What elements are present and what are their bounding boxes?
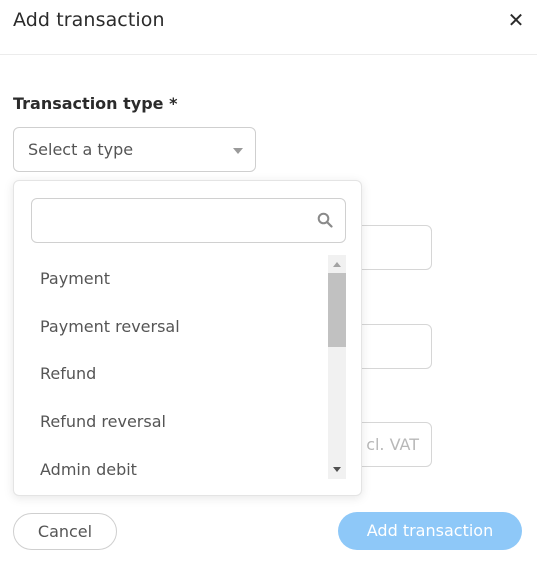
dropdown-scrollbar[interactable] <box>328 255 346 479</box>
modal-title: Add transaction <box>13 9 165 31</box>
scrollbar-thumb[interactable] <box>328 273 346 347</box>
option-refund-reversal[interactable]: Refund reversal <box>40 412 166 431</box>
modal-header: Add transaction ✕ <box>0 0 537 55</box>
dropdown-search-input[interactable] <box>31 198 346 243</box>
chevron-down-icon <box>233 148 243 154</box>
transaction-type-dropdown: Payment Payment reversal Refund Refund r… <box>13 180 362 496</box>
scroll-up-icon[interactable] <box>333 262 341 267</box>
search-icon <box>317 212 333 228</box>
transaction-type-select[interactable]: Select a type <box>13 127 256 172</box>
cancel-button[interactable]: Cancel <box>13 513 117 550</box>
options-list: Payment Payment reversal Refund Refund r… <box>14 255 324 481</box>
add-transaction-modal: Add transaction ✕ Transaction type * Sel… <box>0 0 537 561</box>
transaction-type-label: Transaction type * <box>13 94 178 113</box>
scroll-down-icon[interactable] <box>333 467 341 472</box>
vat-field-placeholder: cl. VAT <box>366 435 419 454</box>
add-transaction-button[interactable]: Add transaction <box>338 512 522 550</box>
option-refund[interactable]: Refund <box>40 364 96 383</box>
transaction-type-placeholder: Select a type <box>28 140 134 159</box>
option-payment[interactable]: Payment <box>40 269 110 288</box>
option-payment-reversal[interactable]: Payment reversal <box>40 317 180 336</box>
option-admin-debit[interactable]: Admin debit <box>40 460 137 479</box>
close-icon[interactable]: ✕ <box>507 10 525 30</box>
